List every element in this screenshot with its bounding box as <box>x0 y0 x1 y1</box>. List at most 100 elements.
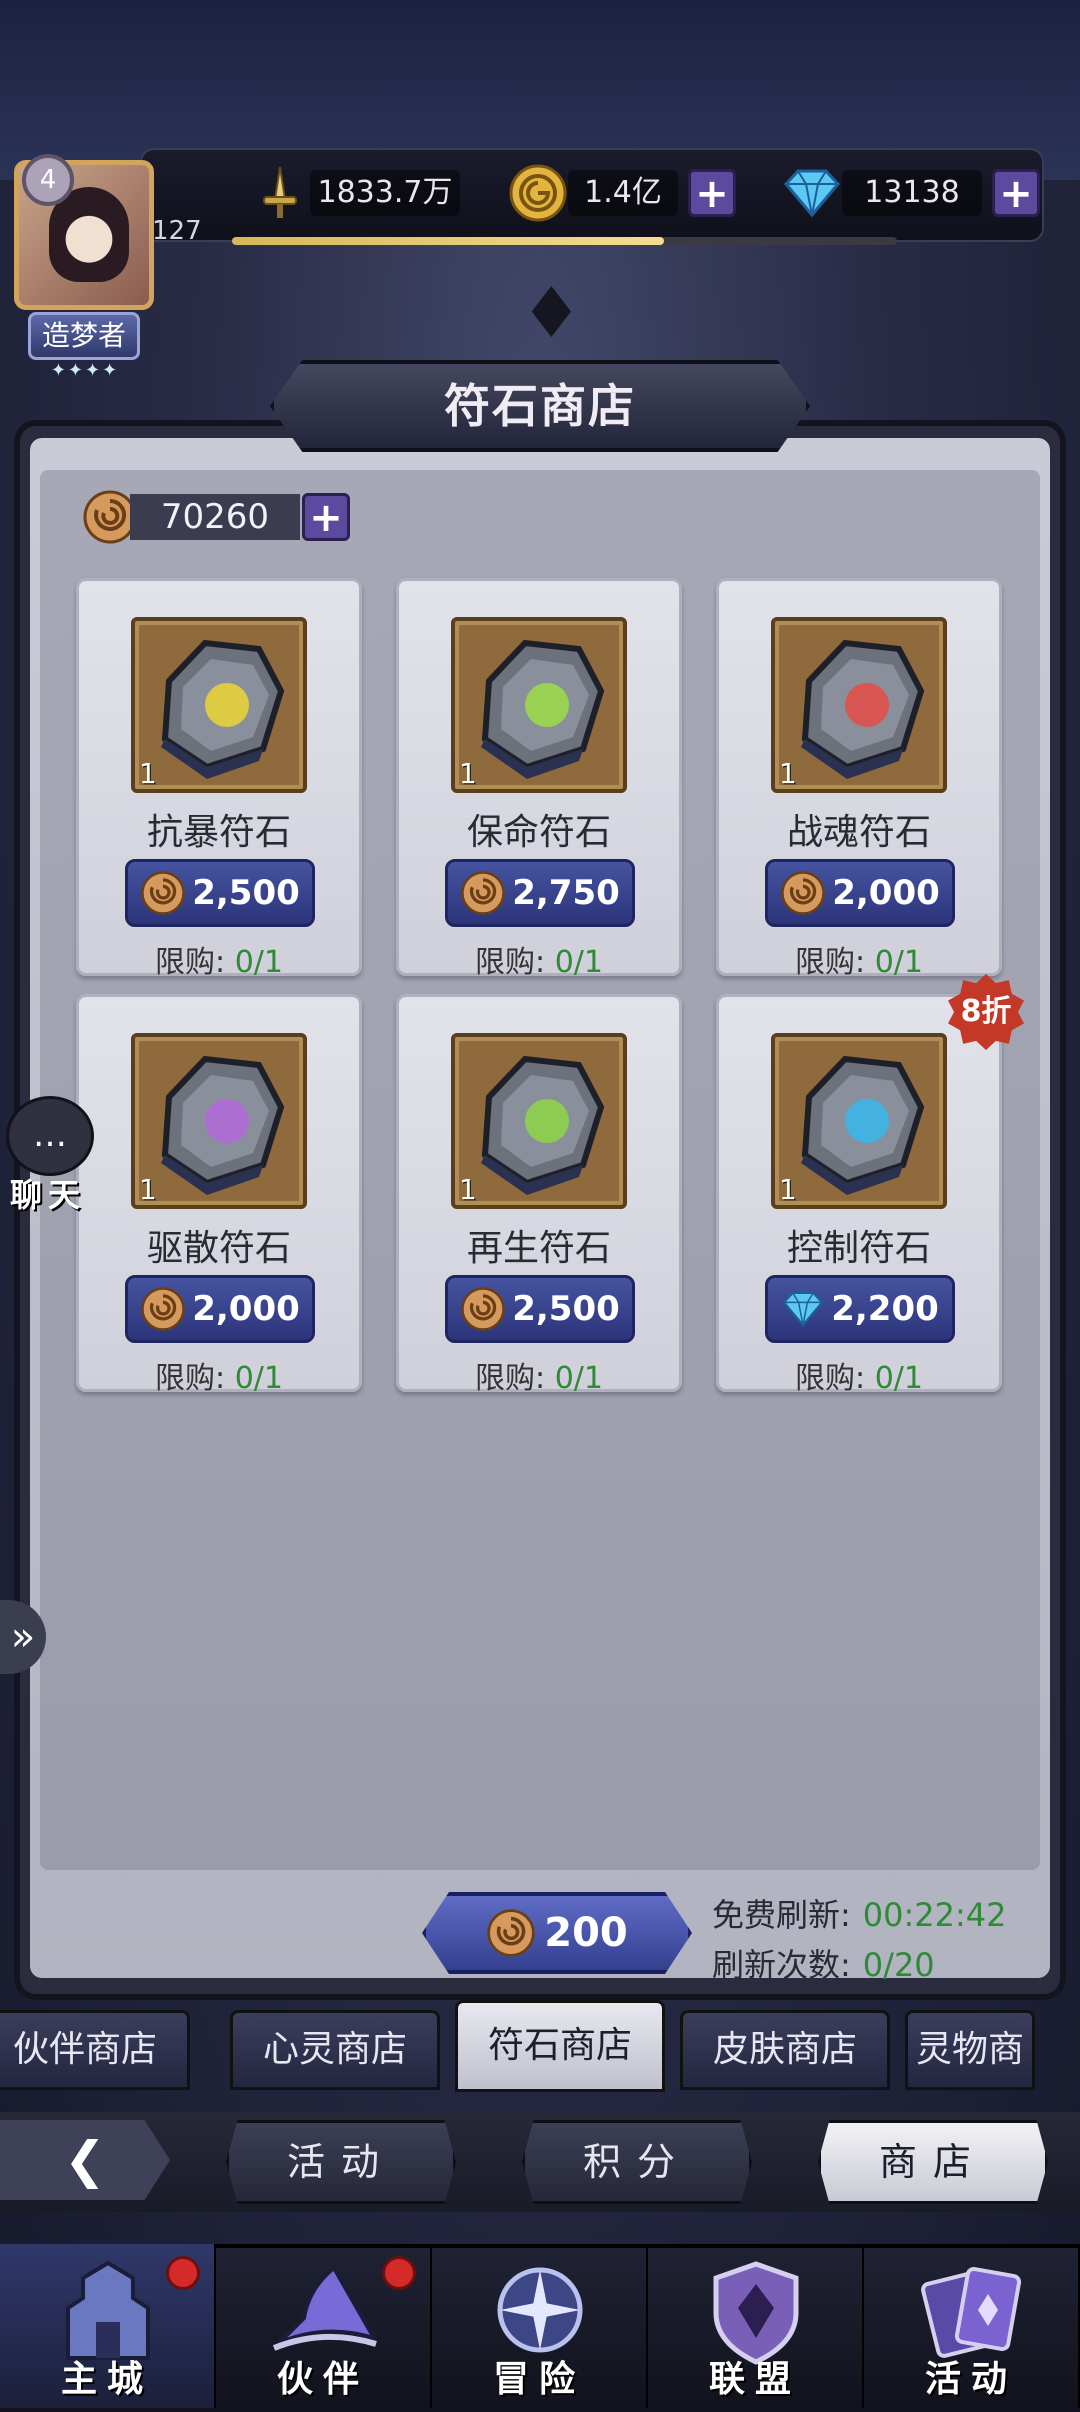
sub-nav-shop[interactable]: 商店 <box>818 2120 1048 2204</box>
item-price-button[interactable]: 2,000 <box>765 859 955 927</box>
nav-alliance[interactable]: 联盟 <box>648 2244 864 2408</box>
rune-currency-value: 70260 <box>130 494 300 540</box>
refresh-cost: 200 <box>544 1910 628 1956</box>
rank-stars: ✦✦✦✦ <box>50 360 120 381</box>
nav-adventure[interactable]: 冒险 <box>432 2244 648 2408</box>
shop-item-card[interactable]: 1 驱散符石 2,000 限购: 0/1 <box>76 994 362 1396</box>
back-button[interactable]: ❮ <box>0 2120 170 2200</box>
rune-stone-icon <box>161 1055 285 1195</box>
shop-item-card[interactable]: 1 战魂符石 2,000 限购: 0/1 <box>716 578 1002 980</box>
item-limit-value: 0/1 <box>874 1361 923 1396</box>
nav-alliance-label: 联盟 <box>708 2358 801 2400</box>
shop-item-card[interactable]: 1 再生符石 2,500 限购: 0/1 <box>396 994 682 1396</box>
power-display: 1833.7万 <box>250 162 460 224</box>
main-city-notification-dot <box>166 2256 200 2290</box>
item-name: 再生符石 <box>466 1228 611 1269</box>
rune-stone-icon <box>161 639 285 779</box>
item-limit-label: 限购: <box>155 945 226 980</box>
item-name: 保命符石 <box>466 812 611 853</box>
item-quantity: 1 <box>459 757 477 790</box>
rune-coin-icon <box>141 871 185 915</box>
refresh-count: 0/20 <box>862 1946 935 1984</box>
item-price-button[interactable]: 2,500 <box>445 1275 635 1343</box>
item-name: 驱散符石 <box>146 1228 291 1269</box>
tab-relic-shop[interactable]: 灵物商 <box>905 2010 1035 2090</box>
tab-partner-shop[interactable]: 伙伴商店 <box>0 2010 190 2090</box>
tab-spirit-shop[interactable]: 心灵商店 <box>230 2010 440 2090</box>
rune-stone-icon <box>801 639 925 779</box>
rune-stone-icon <box>481 639 605 779</box>
item-name: 控制符石 <box>786 1228 931 1269</box>
nav-main-city-label: 主城 <box>60 2358 153 2400</box>
item-quantity: 1 <box>459 1173 477 1206</box>
nav-adventure-label: 冒险 <box>492 2358 585 2400</box>
rune-coin-icon <box>461 1287 505 1331</box>
rune-stone-icon <box>801 1055 925 1195</box>
item-purchase-limit: 限购: 0/1 <box>399 937 679 981</box>
nav-partner-label: 伙伴 <box>276 2358 369 2400</box>
rune-coin-icon <box>141 1287 185 1331</box>
double-chevron-right-icon: » <box>10 1614 36 1660</box>
chat-label: 聊天 <box>10 1176 87 1214</box>
gold-display: 1.4亿 + <box>508 162 736 224</box>
sub-nav-points[interactable]: 积分 <box>522 2120 752 2204</box>
diamond-display: 13138 + <box>782 162 1040 224</box>
free-refresh-label: 免费刷新: <box>712 1896 851 1934</box>
diamond-value: 13138 <box>842 170 982 216</box>
chat-bubble-icon: … <box>6 1096 94 1176</box>
diamond-icon <box>782 163 842 223</box>
tab-rune-shop[interactable]: 符石商店 <box>455 2000 665 2092</box>
rune-coin-icon <box>781 871 825 915</box>
item-limit-label: 限购: <box>475 945 546 980</box>
item-limit-value: 0/1 <box>554 1361 603 1396</box>
rune-coin-icon <box>461 871 505 915</box>
add-gold-button[interactable]: + <box>688 169 736 217</box>
shop-title: 符石商店 <box>444 379 636 433</box>
item-quantity: 1 <box>139 757 157 790</box>
shop-item-card[interactable]: 1 控制符石 2,200 限购: 0/1 <box>716 994 1002 1396</box>
item-price-button[interactable]: 2,200 <box>765 1275 955 1343</box>
gold-coin-icon <box>508 163 568 223</box>
item-price: 2,500 <box>192 873 300 913</box>
item-price: 2,500 <box>512 1289 620 1329</box>
power-value: 1833.7万 <box>310 170 460 216</box>
free-refresh-info: 免费刷新: 00:22:42 <box>712 1890 1007 1936</box>
item-price-button[interactable]: 2,000 <box>125 1275 315 1343</box>
sub-nav-activity[interactable]: 活动 <box>226 2120 456 2204</box>
diamond-icon <box>782 1291 824 1327</box>
refresh-count-info: 刷新次数: 0/20 <box>712 1940 935 1986</box>
item-purchase-limit: 限购: 0/1 <box>719 937 999 981</box>
item-name: 战魂符石 <box>786 812 931 853</box>
item-quantity: 1 <box>779 757 797 790</box>
item-price-button[interactable]: 2,500 <box>125 859 315 927</box>
add-rune-currency-button[interactable]: + <box>302 493 350 541</box>
xp-bar-fill <box>232 237 665 245</box>
item-quantity: 1 <box>139 1173 157 1206</box>
item-limit-value: 0/1 <box>234 945 283 980</box>
tab-skin-shop[interactable]: 皮肤商店 <box>680 2010 890 2090</box>
shop-item-card[interactable]: 1 保命符石 2,750 限购: 0/1 <box>396 578 682 980</box>
item-limit-value: 0/1 <box>234 1361 283 1396</box>
item-icon-frame <box>451 1033 627 1209</box>
rank-title[interactable]: 造梦者 <box>28 312 140 360</box>
item-icon-frame <box>771 617 947 793</box>
partner-notification-dot <box>382 2256 416 2290</box>
item-limit-label: 限购: <box>475 1361 546 1396</box>
rune-currency-display: 70260 + <box>82 490 350 544</box>
back-arrow-icon: ❮ <box>64 2131 106 2189</box>
item-purchase-limit: 限购: 0/1 <box>79 937 359 981</box>
item-icon-frame <box>451 617 627 793</box>
xp-bar <box>232 237 897 245</box>
rune-coin-icon <box>487 1909 535 1957</box>
shop-item-card[interactable]: 1 抗暴符石 2,500 限购: 0/1 <box>76 578 362 980</box>
item-price: 2,000 <box>832 873 940 913</box>
chat-button[interactable]: … 聊天 <box>0 1096 100 1214</box>
refresh-button[interactable]: 200 <box>422 1892 692 1974</box>
item-limit-label: 限购: <box>795 945 866 980</box>
item-price-button[interactable]: 2,750 <box>445 859 635 927</box>
rune-stone-icon <box>481 1055 605 1195</box>
add-diamond-button[interactable]: + <box>992 169 1040 217</box>
nav-activity[interactable]: 活动 <box>864 2244 1080 2408</box>
item-limit-value: 0/1 <box>554 945 603 980</box>
item-icon-frame <box>131 617 307 793</box>
